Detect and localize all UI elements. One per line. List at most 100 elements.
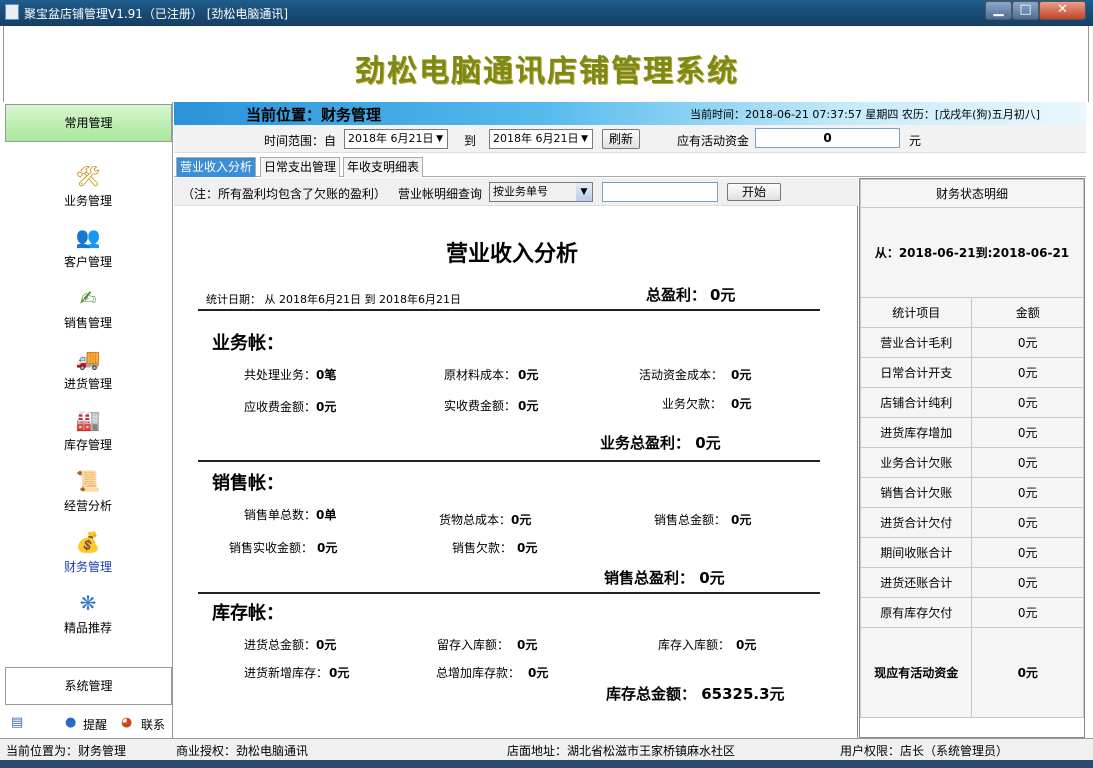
table-row: 期间收账合计 0元 [859, 537, 1084, 568]
window-title: 聚宝盆店铺管理V1.91（已注册） [劲松电脑通讯] [24, 7, 289, 21]
row-item: 进货库存增加 [859, 417, 973, 448]
desktop-strip [0, 760, 1093, 768]
current-position: 当前位置：财务管理 [246, 106, 382, 124]
instock-label: 库存入库额： [658, 638, 731, 652]
close-button[interactable]: ✕ [1039, 1, 1086, 20]
divider [198, 460, 820, 462]
sidebar-item-finance[interactable]: 💰 财务管理 [3, 530, 173, 590]
row-item: 营业合计毛利 [859, 327, 973, 358]
receivable-label: 应收费金额： [244, 400, 317, 414]
report-title: 营业收入分析 [445, 241, 578, 267]
business-total: 业务总盈利： 0元 [600, 434, 721, 452]
sales-count-label: 销售单总数： [244, 508, 317, 522]
notepad-icon[interactable]: ▤ [11, 715, 23, 730]
table-row: 进货库存增加 0元 [859, 417, 1084, 448]
table-row: 营业合计毛利 0元 [859, 327, 1084, 358]
material-label: 原材料成本： [444, 368, 517, 382]
col-item-header: 统计项目 [859, 297, 973, 328]
stat-date: 统计日期： 从 2018年6月21日 到 2018年6月21日 [206, 293, 461, 306]
row-item: 业务合计欠账 [859, 447, 973, 478]
query-input[interactable] [602, 182, 718, 202]
sidebar: 常用管理 🛠 业务管理 👥 客户管理 ✍ 销售管理 🚚 进货管理 🏭 库存管理 … [3, 102, 173, 738]
minimize-button[interactable]: ▁ [985, 1, 1012, 20]
sidebar-header-common[interactable]: 常用管理 [5, 104, 172, 142]
sidebar-item-label: 精品推荐 [63, 621, 112, 635]
status-bar: 当前位置为：财务管理 商业授权：劲松电脑通讯 店面地址：湖北省松滋市王家桥镇麻水… [0, 738, 1093, 760]
sales-amount-value: 0元 [731, 513, 752, 527]
sales-icon: ✍ [79, 286, 97, 310]
sidebar-footer: ▤ ● 提醒 ◕ 联系 [3, 712, 173, 736]
sidebar-item-customers[interactable]: 👥 客户管理 [3, 225, 173, 285]
recommend-icon: ❋ [79, 591, 97, 615]
sidebar-item-purchase[interactable]: 🚚 进货管理 [3, 347, 173, 407]
new-stock-value: 0元 [329, 666, 350, 680]
receivable-value: 0元 [316, 400, 337, 414]
row-item: 期间收账合计 [859, 537, 973, 568]
sidebar-item-analysis[interactable]: 📜 经营分析 [3, 469, 173, 529]
users-icon: 👥 [75, 225, 101, 249]
tab-income-analysis[interactable]: 营业收入分析 [176, 157, 257, 177]
row-item: 进货还账合计 [859, 567, 973, 598]
to-date-picker[interactable]: 2018年 6月21日 ▼ [489, 129, 593, 149]
status-license: 商业授权：劲松电脑通讯 [176, 744, 309, 758]
status-position: 当前位置为：财务管理 [6, 744, 127, 758]
range-to-label: 到 [464, 134, 477, 148]
maximize-button[interactable]: □ [1012, 1, 1039, 20]
sales-received-value: 0元 [317, 541, 338, 555]
purchase-value: 0元 [316, 638, 337, 652]
app-icon [5, 4, 19, 20]
row-amount: 0元 [971, 417, 1084, 448]
retained-label: 留存入库额： [437, 638, 510, 652]
received-value: 0元 [518, 399, 539, 413]
app-banner: 劲松电脑通讯店铺管理系统 [3, 26, 1089, 102]
sidebar-item-recommend[interactable]: ❋ 精品推荐 [3, 591, 173, 651]
sales-received-label: 销售实收金额： [229, 541, 314, 555]
refresh-button[interactable]: 刷新 [602, 129, 640, 149]
tab-annual-detail[interactable]: 年收支明细表 [343, 157, 424, 177]
row-amount: 0元 [971, 477, 1084, 508]
tab-daily-expense[interactable]: 日常支出管理 [260, 157, 341, 177]
warehouse-icon: 🏭 [75, 408, 101, 432]
truck-icon: 🚚 [75, 347, 101, 371]
query-type-value: 按业务单号 [493, 185, 548, 198]
finance-icon: 💰 [75, 530, 101, 554]
query-type-select[interactable]: 按业务单号 ▼ [489, 182, 593, 202]
table-row: 日常合计开支 0元 [859, 357, 1084, 388]
row-amount: 0元 [971, 447, 1084, 478]
income-report: 营业收入分析 统计日期： 从 2018年6月21日 到 2018年6月21日 总… [174, 206, 858, 738]
stock-heading: 库存帐： [212, 603, 284, 624]
row-amount: 0元 [971, 537, 1084, 568]
chevron-down-icon: ▼ [581, 134, 588, 144]
query-bar: （注：所有盈利均包含了欠账的盈利） 营业帐明细查询 按业务单号 ▼ 开始 [174, 178, 858, 206]
analysis-icon: 📜 [75, 469, 101, 493]
tools-icon: 🛠 [75, 164, 101, 188]
increase-label: 总增加库存款： [436, 666, 521, 680]
table-row: 原有库存欠付 0元 [859, 597, 1084, 628]
business-debt-value: 0元 [731, 397, 752, 411]
sidebar-item-label: 客户管理 [63, 255, 112, 269]
handled-value: 0笔 [316, 368, 337, 382]
sidebar-item-inventory[interactable]: 🏭 库存管理 [3, 408, 173, 468]
globe-icon: ● [65, 715, 77, 730]
table-row: 进货合计欠付 0元 [859, 507, 1084, 538]
received-label: 实收费金额： [444, 399, 517, 413]
from-date-picker[interactable]: 2018年 6月21日 ▼ [344, 129, 448, 149]
new-stock-label: 进货新增库存： [244, 666, 329, 680]
range-from-label: 时间范围：自 [264, 134, 337, 148]
sidebar-item-business[interactable]: 🛠 业务管理 [3, 164, 173, 224]
start-button[interactable]: 开始 [727, 183, 781, 201]
sidebar-item-sales[interactable]: ✍ 销售管理 [3, 286, 173, 346]
handled-label: 共处理业务： [244, 368, 317, 382]
window-titlebar: 聚宝盆店铺管理V1.91（已注册） [劲松电脑通讯] ▁ □ ✕ [0, 0, 1093, 26]
table-row: 现应有活动资金 0元 [859, 627, 1084, 718]
chevron-down-icon: ▼ [576, 183, 592, 201]
contact-link[interactable]: 联系 [141, 716, 165, 733]
reminder-link[interactable]: 提醒 [83, 716, 107, 733]
to-date-value: 2018年 6月21日 [493, 132, 579, 145]
sidebar-header-system[interactable]: 系统管理 [5, 667, 172, 705]
fund-value-field[interactable]: 0 [755, 128, 900, 148]
sidebar-item-label: 进货管理 [63, 377, 112, 391]
row-amount: 0元 [971, 327, 1084, 358]
sales-total: 销售总盈利： 0元 [604, 569, 725, 587]
table-row: 销售合计欠账 0元 [859, 477, 1084, 508]
